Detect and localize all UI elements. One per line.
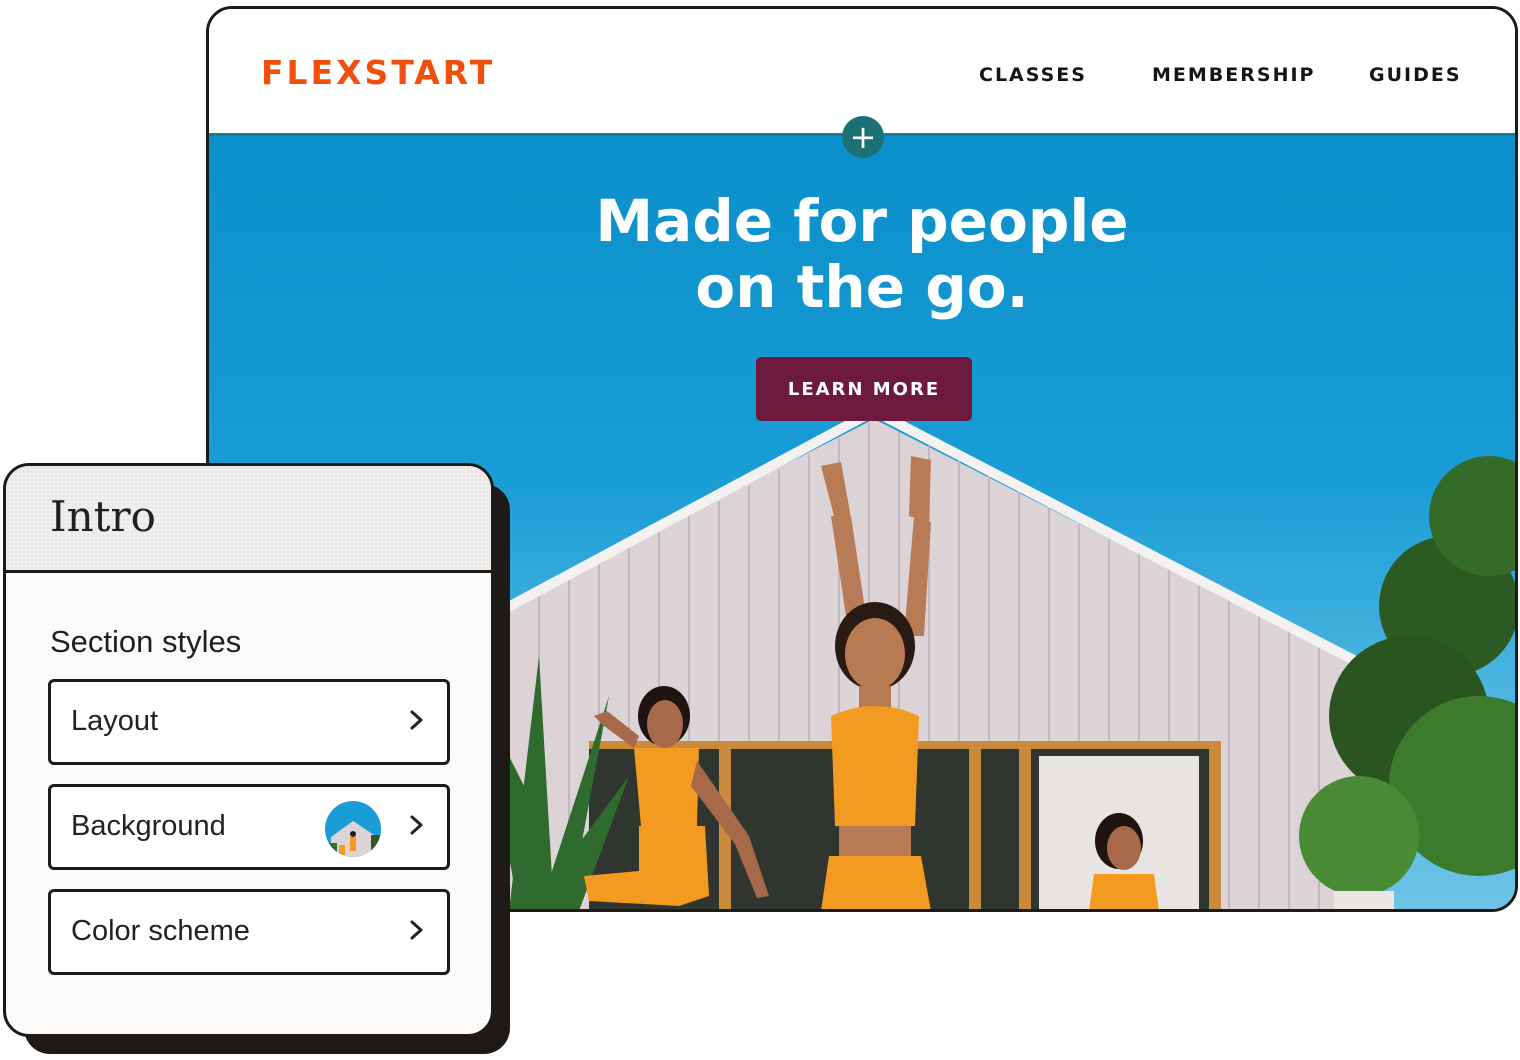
hero-heading-line-1: Made for people bbox=[595, 187, 1129, 255]
color-scheme-row-label: Color scheme bbox=[71, 915, 250, 947]
color-scheme-row[interactable]: Color scheme bbox=[48, 889, 450, 975]
section-styles-heading: Section styles bbox=[50, 624, 242, 659]
nav-link-guides[interactable]: GUIDES bbox=[1369, 64, 1462, 86]
chevron-right-icon bbox=[410, 920, 423, 940]
background-row-label: Background bbox=[71, 810, 226, 842]
nav-link-membership[interactable]: MEMBERSHIP bbox=[1152, 64, 1315, 86]
learn-more-button[interactable]: LEARN MORE bbox=[756, 357, 972, 421]
plus-icon: + bbox=[849, 118, 877, 156]
section-settings-panel: Intro Section styles Layout Background C… bbox=[3, 463, 494, 1037]
background-thumbnail bbox=[325, 801, 381, 857]
site-logo[interactable]: FLEXSTART bbox=[261, 53, 495, 92]
hero-heading: Made for people on the go. bbox=[209, 188, 1515, 320]
panel-title: Intro bbox=[50, 492, 156, 541]
nav-link-classes[interactable]: CLASSES bbox=[979, 64, 1087, 86]
background-row[interactable]: Background bbox=[48, 784, 450, 870]
chevron-right-icon bbox=[410, 710, 423, 730]
hero-heading-line-2: on the go. bbox=[695, 253, 1029, 321]
add-section-button[interactable]: + bbox=[842, 116, 884, 158]
chevron-right-icon bbox=[410, 815, 423, 835]
layout-row[interactable]: Layout bbox=[48, 679, 450, 765]
layout-row-label: Layout bbox=[71, 705, 159, 737]
